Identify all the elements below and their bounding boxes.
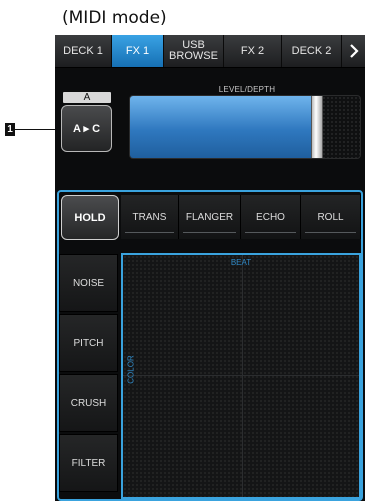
- hold-button[interactable]: HOLD: [61, 195, 119, 240]
- xy-touch-pad[interactable]: BEAT COLOR: [121, 253, 361, 499]
- slider-handle[interactable]: [311, 96, 323, 158]
- fx-side-crush[interactable]: CRUSH: [59, 374, 118, 432]
- fx-side-noise[interactable]: NOISE: [59, 254, 118, 312]
- level-depth-label: LEVEL/DEPTH: [218, 85, 276, 94]
- tab-deck-1[interactable]: DECK 1: [55, 35, 112, 67]
- slider-fill: [130, 96, 316, 158]
- fx-tab-echo[interactable]: ECHO: [241, 195, 301, 239]
- fx-side-pitch[interactable]: PITCH: [59, 314, 118, 372]
- tab-fx-2[interactable]: FX 2: [224, 35, 282, 67]
- fx-tab-flanger[interactable]: FLANGER: [179, 195, 241, 239]
- pad-horizontal-axis: [123, 375, 359, 376]
- fx-side-filter[interactable]: FILTER: [59, 434, 118, 492]
- chevron-right-icon[interactable]: [342, 35, 365, 67]
- tab-fx-1[interactable]: FX 1: [112, 35, 164, 67]
- callout-number: 1: [5, 123, 15, 136]
- tab-deck-2[interactable]: DECK 2: [282, 35, 342, 67]
- top-tab-bar: DECK 1 FX 1 USB BROWSE FX 2 DECK 2: [55, 35, 365, 68]
- fx-tab-trans[interactable]: TRANS: [121, 195, 179, 239]
- color-axis-label: COLOR: [126, 355, 136, 384]
- assign-header-label: A: [63, 92, 111, 103]
- beat-axis-label: BEAT: [230, 258, 252, 267]
- fx-tab-roll[interactable]: ROLL: [301, 195, 361, 239]
- mode-caption: (MIDI mode): [62, 8, 167, 28]
- tab-usb-browse[interactable]: USB BROWSE: [164, 35, 224, 67]
- pad-vertical-axis: [242, 255, 243, 497]
- device-screen: DECK 1 FX 1 USB BROWSE FX 2 DECK 2 A A ▸…: [55, 35, 365, 501]
- level-depth-slider[interactable]: [129, 95, 361, 159]
- assign-a-to-c-button[interactable]: A ▸ C: [61, 105, 112, 152]
